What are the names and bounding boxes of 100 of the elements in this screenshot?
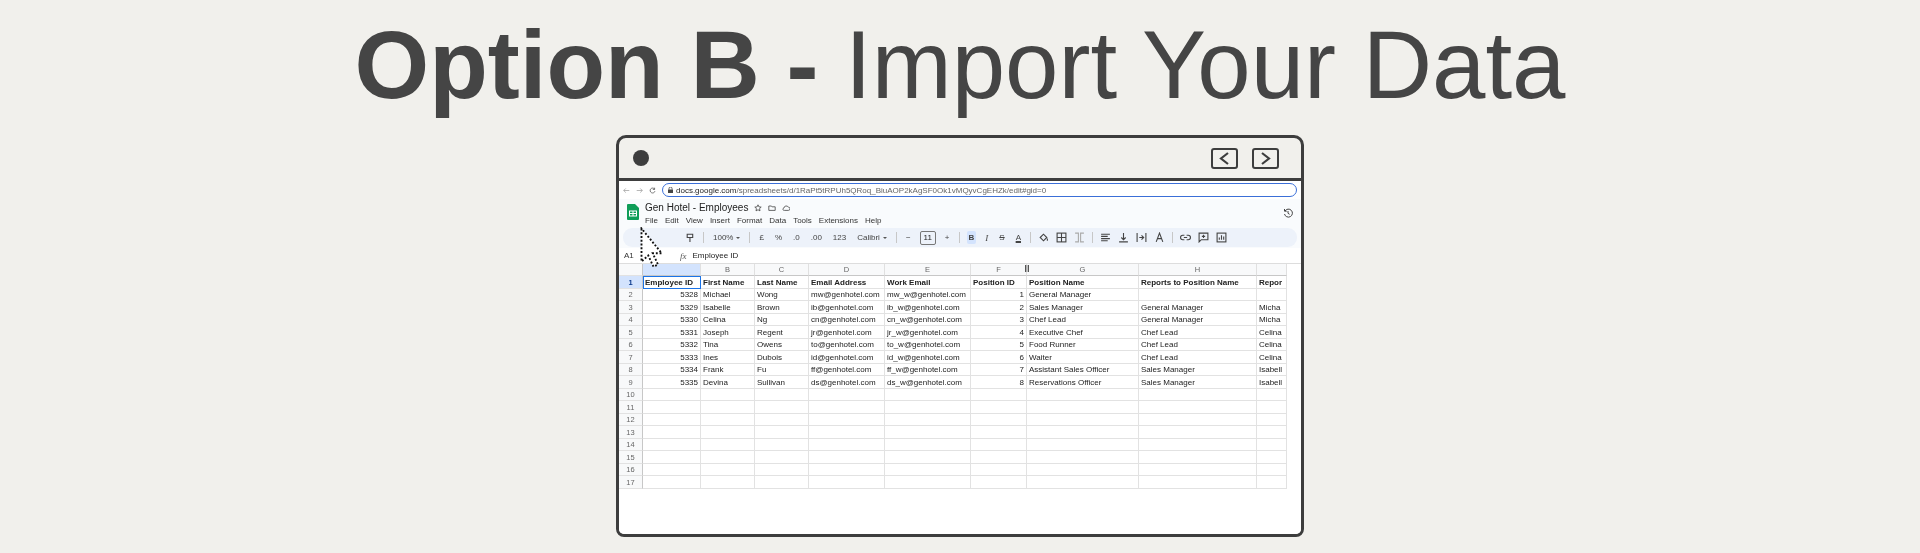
table-cell: 1 [971, 288, 1027, 302]
table-cell [1257, 413, 1287, 427]
paint-format-icon[interactable] [685, 232, 696, 244]
resize-handle-icon[interactable] [1025, 265, 1029, 273]
table-cell [971, 463, 1027, 477]
table-cell [755, 451, 809, 464]
table-cell: Assistant Sales Officer [1027, 363, 1139, 377]
toolbar-button[interactable]: .00 [808, 231, 824, 245]
table-cell [643, 438, 701, 452]
chart-icon[interactable] [1216, 232, 1227, 244]
menu-item[interactable]: Tools [793, 216, 812, 226]
table-cell [755, 388, 809, 402]
table-cell: 5328 [643, 288, 701, 302]
table-cell: 5 [971, 338, 1027, 352]
table-cell: First Name [701, 276, 755, 289]
format-button[interactable]: B [966, 231, 977, 245]
forward-button[interactable] [1252, 147, 1279, 169]
table-cell: Ines [701, 351, 755, 364]
borders-icon[interactable] [1056, 232, 1067, 244]
table-cell: Sullivan [755, 376, 809, 389]
format-button[interactable]: I [983, 231, 991, 245]
menu-item[interactable]: Extensions [818, 216, 858, 226]
table-cell [701, 476, 755, 489]
table-cell: jr_w@genhotel.com [885, 326, 971, 339]
text-rotation-icon[interactable] [1154, 232, 1165, 244]
table-cell: ib_w@genhotel.com [885, 301, 971, 314]
table-cell: Owens [755, 338, 809, 352]
table-cell [1257, 463, 1287, 477]
table-cell: 5332 [643, 338, 701, 352]
decrease-button[interactable]: − [903, 231, 913, 245]
toolbar-button[interactable]: % [772, 231, 785, 245]
table-cell: Dubois [755, 351, 809, 364]
table-cell: 6 [971, 351, 1027, 364]
table-cell [701, 401, 755, 414]
menu-item[interactable]: Help [865, 216, 882, 226]
table-cell [1257, 401, 1287, 414]
comment-icon[interactable] [1198, 232, 1209, 244]
reload-icon[interactable] [649, 186, 656, 194]
chevron-left-icon [1219, 151, 1230, 165]
menu-item[interactable]: Data [769, 216, 787, 226]
star-icon[interactable] [754, 203, 763, 212]
table-cell [701, 463, 755, 477]
toolbar-button[interactable]: £ [757, 231, 766, 245]
table-cell: Wong [755, 288, 809, 302]
table-cell: 5329 [643, 301, 701, 314]
table-cell: id@genhotel.com [809, 351, 885, 364]
menu-item[interactable]: Edit [664, 216, 679, 226]
table-cell [755, 438, 809, 452]
dropdown[interactable]: 100% [711, 231, 743, 245]
table-cell: Joseph [701, 326, 755, 339]
table-cell: ff_w@genhotel.com [885, 363, 971, 377]
table-cell: 8 [971, 376, 1027, 389]
table-cell: Fu [755, 363, 809, 377]
menu-item[interactable]: View [685, 216, 703, 226]
vertical-align-icon[interactable] [1118, 232, 1129, 244]
table-cell: Celina [1257, 351, 1287, 364]
history-icon[interactable] [1283, 208, 1293, 219]
table-cell: Email Address [809, 276, 885, 289]
table-cell: Regent [755, 326, 809, 339]
table-cell: Sales Manager [1139, 376, 1257, 389]
fill-color-icon[interactable] [1038, 232, 1049, 244]
format-button[interactable]: A [1013, 231, 1023, 245]
table-cell: Micha [1257, 313, 1287, 327]
table-cell: ib@genhotel.com [809, 301, 885, 314]
table-cell: mw_w@genhotel.com [885, 288, 971, 302]
menu-item[interactable]: Insert [709, 216, 730, 226]
formula-field[interactable]: Employee ID [692, 251, 739, 261]
table-cell [971, 413, 1027, 427]
spreadsheet-logo-icon[interactable] [627, 204, 639, 221]
table-cell: jr@genhotel.com [809, 326, 885, 339]
format-button[interactable]: S [997, 231, 1007, 245]
font-size-field[interactable]: 11 [919, 230, 936, 245]
cell-reference[interactable]: A1 [624, 251, 674, 261]
table-cell: ff@genhotel.com [809, 363, 885, 377]
increase-button[interactable]: + [942, 231, 952, 245]
toolbar-button[interactable]: .0 [791, 231, 802, 245]
column-header[interactable] [643, 264, 701, 277]
table-cell: Last Name [755, 276, 809, 289]
table-cell: Waiter [1027, 351, 1139, 364]
table-cell [701, 438, 755, 452]
table-cell: Isabell [1257, 376, 1287, 389]
table-cell: ds_w@genhotel.com [885, 376, 971, 389]
menu-item[interactable]: File [645, 216, 658, 226]
table-cell: Tina [701, 338, 755, 352]
table-cell: Chef Lead [1139, 351, 1257, 364]
back-button[interactable] [1211, 147, 1238, 169]
table-cell [971, 451, 1027, 464]
document-title[interactable]: Gen Hotel - Employees [645, 202, 749, 214]
table-cell: Executive Chef [1027, 326, 1139, 339]
folder-icon[interactable] [768, 203, 777, 212]
menu-item[interactable]: Format [736, 216, 763, 226]
align-icon[interactable] [1100, 232, 1111, 244]
cloud-icon[interactable] [782, 203, 791, 212]
merge-cells-icon[interactable] [1074, 232, 1085, 244]
toolbar-button[interactable]: 123 [830, 231, 849, 245]
table-cell: 7 [971, 363, 1027, 377]
dropdown[interactable]: Calibri [855, 231, 889, 245]
text-wrap-icon[interactable] [1136, 232, 1147, 244]
table-cell: Food Runner [1027, 338, 1139, 352]
table-cell: Ng [755, 313, 809, 327]
